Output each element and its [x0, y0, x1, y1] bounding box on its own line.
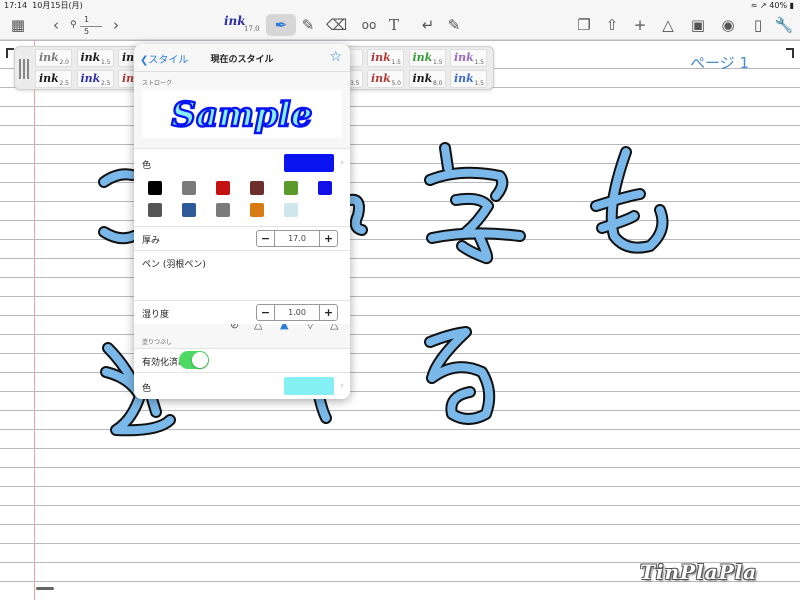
fill-section-label: 塗りつぶし	[142, 339, 173, 346]
color-chip[interactable]	[250, 203, 264, 217]
pen-type-label: ペン (羽根ペン)	[142, 260, 206, 270]
color-chip[interactable]	[318, 181, 332, 195]
color-chip[interactable]	[182, 181, 196, 195]
favorite-star-icon[interactable]: ☆	[329, 49, 342, 65]
wetness-stepper: − 1.00 +	[256, 304, 338, 321]
pen-preset-swatch[interactable]: ink 1.5	[450, 70, 487, 88]
chevron-right-icon: ›	[340, 158, 344, 168]
thickness-increase-button[interactable]: +	[319, 231, 337, 246]
pen-preset-swatch[interactable]: ink 1.5	[367, 49, 404, 67]
stroke-color-row[interactable]: 色 ›	[134, 148, 350, 178]
popover-header: ❮スタイル 現在のスタイル ☆	[134, 44, 350, 72]
pen-preset-ink-label: ink	[412, 72, 433, 85]
color-grid	[134, 178, 350, 226]
stroke-color-swatch[interactable]	[284, 154, 334, 172]
pen-preset-swatch[interactable]: ink 2.5	[35, 70, 72, 88]
thickness-stepper: − 17.0 +	[256, 230, 338, 247]
pen-preset-ink-label: ink	[412, 51, 433, 64]
pen-preset-size: 1.5	[474, 59, 484, 66]
color-chip[interactable]	[182, 203, 196, 217]
handwriting-strokes	[98, 142, 669, 437]
color-chip[interactable]	[250, 181, 264, 195]
style-popover: ❮スタイル 現在のスタイル ☆ ストローク Sample 色 › 厚み − 17…	[134, 44, 350, 399]
thickness-value[interactable]: 17.0	[275, 231, 319, 246]
wetness-row: 湿り度 − 1.00 +	[134, 300, 350, 324]
pen-preset-size: 1.5	[432, 59, 443, 66]
pen-preset-ink-label: ink	[80, 72, 101, 85]
pen-preset-swatch[interactable]: ink 8.0	[408, 70, 446, 88]
pen-preset-swatch[interactable]: ink 1.5	[76, 49, 114, 67]
thickness-row: 厚み − 17.0 +	[134, 226, 350, 250]
wetness-decrease-button[interactable]: −	[257, 305, 275, 320]
fill-enabled-toggle[interactable]	[179, 351, 209, 369]
pen-preset-ink-label: ink	[39, 72, 59, 85]
thickness-decrease-button[interactable]: −	[257, 231, 275, 246]
pen-preset-ink-label: ink	[371, 51, 391, 64]
pen-preset-size: 1.5	[391, 59, 401, 66]
chevron-right-icon: ›	[340, 381, 344, 391]
thickness-label: 厚み	[142, 236, 161, 246]
pen-preset-size: 3.5	[349, 80, 360, 87]
popover-title: 現在のスタイル	[210, 55, 274, 65]
pen-preset-swatch[interactable]: ink 5.0	[367, 70, 404, 88]
color-chip[interactable]	[284, 203, 298, 217]
fill-enabled-row: 有効化済み	[134, 348, 350, 372]
pen-preset-ink-label: ink	[39, 51, 59, 64]
stroke-section-label: ストローク	[142, 80, 173, 87]
wetness-increase-button[interactable]: +	[319, 305, 337, 320]
fill-color-swatch[interactable]	[284, 377, 334, 395]
pen-preset-swatch[interactable]: ink 2.5	[76, 70, 114, 88]
pen-preset-size: 1.5	[100, 59, 111, 66]
pen-preset-swatch[interactable]: ink 2.0	[35, 49, 72, 67]
pen-preset-ink-label: ink	[454, 72, 474, 85]
pen-type-row: ペン (羽根ペン)	[134, 250, 350, 300]
pen-preset-swatch[interactable]: ink 1.5	[450, 49, 487, 67]
pen-preset-swatch[interactable]: ink 1.5	[408, 49, 446, 67]
pen-preset-size: 2.0	[59, 59, 69, 66]
pen-preset-ink-label: ink	[80, 51, 101, 64]
pen-preset-size: 5.0	[391, 80, 401, 87]
color-chip[interactable]	[148, 181, 162, 195]
pen-preset-size: 1.5	[474, 80, 484, 87]
sample-text: Sample	[172, 95, 313, 135]
color-chip[interactable]	[216, 181, 230, 195]
watermark-logo: TinPlaPla	[640, 560, 758, 584]
home-indicator	[36, 587, 54, 590]
color-chip[interactable]	[148, 203, 162, 217]
palette-grip-icon[interactable]	[19, 59, 29, 79]
color-chip[interactable]	[216, 203, 230, 217]
wetness-label: 湿り度	[142, 310, 170, 320]
stroke-sample-preview: Sample	[142, 90, 342, 138]
fill-color-row[interactable]: 色 ›	[134, 372, 350, 399]
color-chip[interactable]	[284, 181, 298, 195]
pen-preset-size: 2.5	[100, 80, 111, 87]
fill-color-label: 色	[142, 384, 152, 394]
pen-preset-size: 2.5	[59, 80, 69, 87]
pen-preset-ink-label: ink	[454, 51, 474, 64]
pen-preset-size: 8.0	[432, 80, 443, 87]
pen-preset-ink-label: ink	[371, 72, 391, 85]
stroke-color-label: 色	[142, 161, 152, 171]
wetness-value[interactable]: 1.00	[275, 305, 319, 320]
